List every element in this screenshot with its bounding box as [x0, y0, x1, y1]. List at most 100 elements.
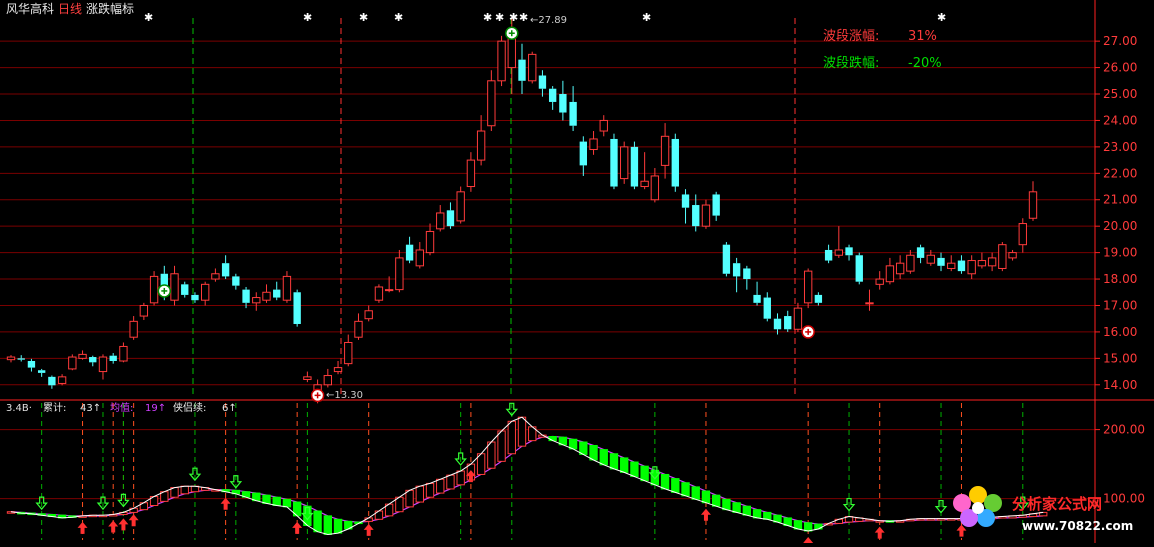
sub-item-value: 6↑ — [222, 403, 237, 414]
candle — [333, 367, 343, 373]
candle — [252, 297, 261, 304]
candle — [753, 294, 761, 303]
high-price-label: ←27.89 — [530, 15, 567, 26]
y-tick-label: 27.00 — [1103, 34, 1137, 48]
star-marker: ✱ — [642, 11, 651, 24]
candle — [344, 341, 353, 365]
candle — [926, 254, 935, 264]
candle — [476, 130, 486, 161]
watermark-url: www.70822.com — [1022, 519, 1133, 533]
star-marker: ✱ — [303, 11, 312, 24]
diff-bar — [507, 420, 516, 455]
candle — [692, 205, 700, 227]
candle — [242, 289, 250, 303]
chart-window[interactable]: 14.00 15.00 16.00 17.00 18.00 19.00 20.00 21.00… — [0, 0, 1154, 547]
candle — [262, 291, 271, 301]
candle — [579, 141, 587, 166]
diff-bar — [752, 509, 762, 519]
candle — [824, 249, 833, 261]
wave-up-label: 波段涨幅: — [823, 29, 879, 44]
diff-bar — [272, 496, 281, 507]
candle — [446, 210, 455, 227]
diff-bar — [742, 505, 752, 516]
candle — [518, 59, 526, 81]
sub-prefix: 3.4B· — [6, 403, 32, 414]
candle — [773, 318, 782, 330]
candle — [466, 159, 476, 188]
diff-bar — [640, 465, 649, 482]
diff-bar — [446, 474, 455, 490]
candle — [456, 191, 465, 222]
candle — [722, 244, 731, 274]
y-tick-label: 23.00 — [1103, 140, 1137, 154]
y-tick-label: 14.00 — [1103, 378, 1137, 392]
sub-y-tick-label: 100.00 — [1103, 492, 1145, 506]
candle — [548, 88, 557, 102]
chart-canvas[interactable]: 14.00 15.00 16.00 17.00 18.00 19.00 20.00 21.00… — [0, 0, 1154, 547]
candle — [559, 94, 567, 113]
candle — [6, 356, 16, 361]
candle — [712, 194, 720, 216]
candle — [436, 212, 445, 230]
y-tick-label: 24.00 — [1103, 113, 1137, 127]
wave-down-value: -20% — [908, 56, 942, 71]
candle — [895, 262, 905, 275]
candle — [967, 260, 976, 275]
candle — [139, 304, 149, 317]
watermark-brand: 分析家公式网 — [1012, 495, 1102, 513]
candle — [906, 254, 915, 272]
y-tick-label: 20.00 — [1103, 219, 1137, 233]
candle — [170, 273, 179, 301]
candle — [119, 345, 128, 362]
candle — [48, 376, 56, 386]
candle — [875, 278, 884, 285]
star-marker: ✱ — [509, 11, 518, 24]
candle — [640, 180, 649, 188]
candle — [620, 146, 629, 180]
diff-bar — [620, 457, 629, 473]
candle — [865, 302, 874, 305]
candle — [1008, 252, 1017, 259]
candle — [630, 146, 639, 187]
candle — [763, 297, 771, 319]
candle — [211, 273, 220, 280]
candle — [109, 355, 117, 361]
candle — [282, 275, 292, 301]
candle — [834, 249, 843, 256]
candle — [98, 356, 108, 373]
candle — [855, 255, 863, 282]
diff-bar — [763, 511, 772, 520]
candle — [78, 353, 87, 359]
diff-bar — [803, 522, 813, 532]
candle — [1028, 191, 1038, 219]
candle — [68, 356, 77, 370]
y-tick-label: 22.00 — [1103, 166, 1137, 180]
candle — [793, 307, 803, 330]
candle — [395, 257, 404, 291]
star-marker: ✱ — [359, 11, 368, 24]
wave-up-value: 31% — [908, 29, 937, 44]
candle — [27, 360, 36, 368]
diff-bar — [262, 494, 271, 504]
candle — [37, 370, 46, 373]
candle — [998, 244, 1007, 269]
diff-bar — [456, 470, 465, 486]
candle — [57, 376, 67, 384]
candle — [384, 289, 394, 292]
candle — [538, 75, 547, 89]
candle — [845, 247, 853, 256]
stock-name: 风华高科 — [6, 1, 54, 16]
diff-bar — [425, 482, 435, 498]
y-tick-label: 26.00 — [1103, 61, 1137, 75]
candle — [293, 292, 301, 324]
diff-bar — [814, 523, 823, 530]
diff-bar — [671, 478, 680, 493]
y-tick-label: 16.00 — [1103, 325, 1137, 339]
candle — [374, 286, 384, 301]
star-marker: ✱ — [519, 11, 528, 24]
candle — [937, 257, 945, 266]
candle — [732, 263, 741, 277]
candle — [977, 260, 987, 267]
y-tick-label: 15.00 — [1103, 351, 1137, 365]
diff-bar — [323, 515, 332, 535]
